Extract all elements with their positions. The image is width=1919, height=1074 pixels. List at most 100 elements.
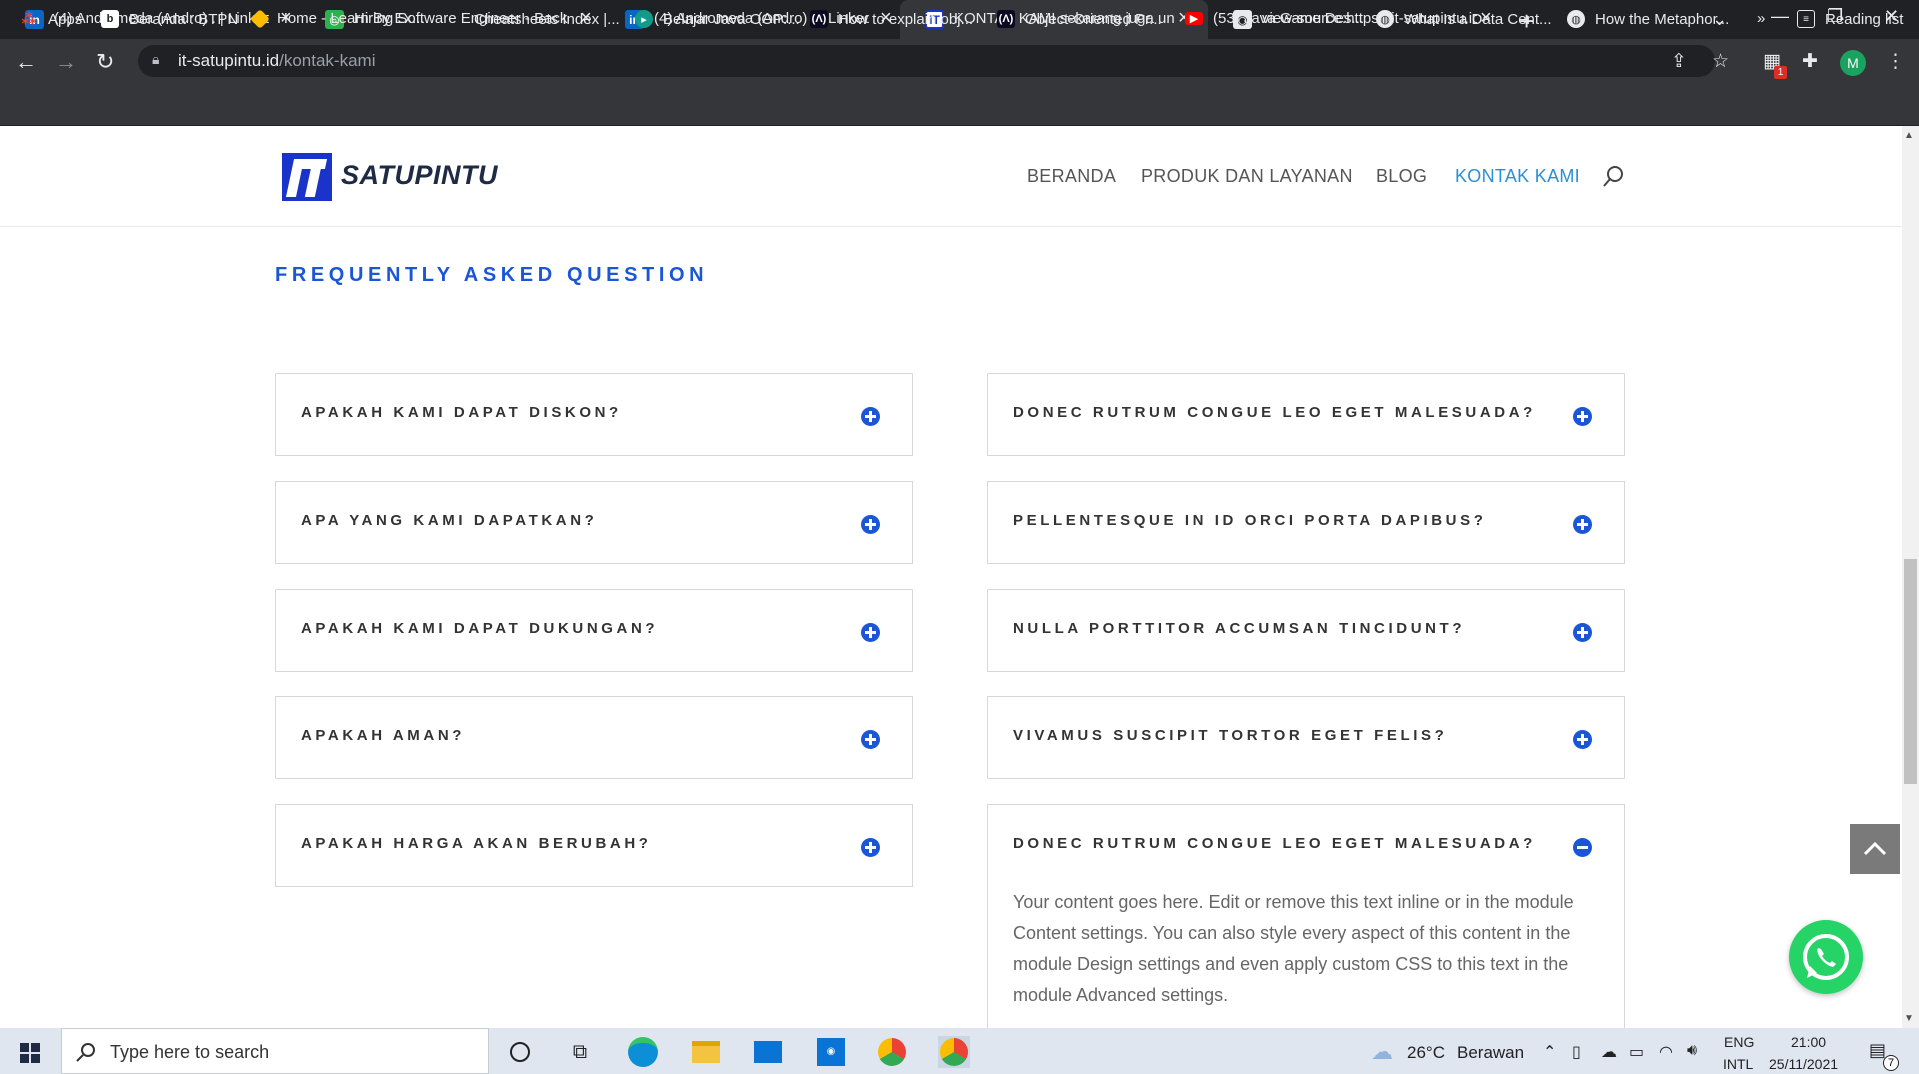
url-text[interactable]: it-satupintu.id/kontak-kami	[178, 51, 376, 71]
taskbar-search-placeholder[interactable]: Type here to search	[110, 1042, 269, 1063]
back-icon[interactable]: ←	[15, 49, 37, 75]
faq-answer: Your content goes here. Edit or remove t…	[1013, 892, 1574, 1005]
forward-icon[interactable]: →	[55, 49, 77, 75]
bookmark-item[interactable]: ▸ Belajar Java OOP:...	[635, 10, 800, 28]
chevron-up-icon[interactable]: ⌃	[1543, 1042, 1556, 1062]
faq-item[interactable]: VIVAMUS SUSCIPIT TORTOR EGET FELIS?	[987, 696, 1625, 779]
nav-kontak-kami[interactable]: KONTAK KAMI	[1455, 166, 1580, 187]
bookmark-apps[interactable]: ⁂ Apps	[20, 10, 83, 29]
faq-question: DONEC RUTRUM CONGUE LEO EGET MALESUADA?	[1013, 404, 1536, 421]
file-explorer-icon[interactable]	[690, 1036, 722, 1068]
plus-circle-icon[interactable]	[1573, 730, 1592, 749]
weather-description[interactable]: Berawan	[1457, 1043, 1524, 1063]
edge-icon[interactable]	[627, 1036, 659, 1068]
bookmark-item[interactable]: (Λ) Object-Oriented Pr...	[997, 10, 1162, 28]
logo-text[interactable]: SATUPINTU	[341, 160, 498, 191]
minus-circle-icon[interactable]	[1573, 838, 1592, 857]
bookmark-label: Apps	[48, 10, 83, 28]
reading-list-button[interactable]: ≡ Reading list	[1797, 10, 1903, 28]
faq-item[interactable]: APAKAH AMAN?	[275, 696, 913, 779]
bookmarks-bar	[0, 83, 1919, 126]
bookmark-item[interactable]: Cheatsheets Index |...	[446, 10, 620, 28]
bookmark-label: How to explain obj...	[838, 10, 974, 28]
faq-question: NULLA PORTTITOR ACCUMSAN TINCIDUNT?	[1013, 620, 1466, 637]
back-to-top-button[interactable]	[1850, 824, 1900, 874]
faq-item[interactable]: NULLA PORTTITOR ACCUMSAN TINCIDUNT?	[987, 589, 1625, 672]
plus-circle-icon[interactable]	[1573, 515, 1592, 534]
plus-circle-icon[interactable]	[861, 838, 880, 857]
plus-circle-icon[interactable]	[861, 730, 880, 749]
apps-grid-icon: ⁂	[21, 11, 37, 28]
plus-circle-icon[interactable]	[861, 515, 880, 534]
bookmark-label: (53) Java Game Des...	[1213, 10, 1364, 27]
bookmark-star-icon[interactable]: ☆	[1712, 50, 1729, 73]
profile-avatar[interactable]: M	[1840, 50, 1866, 76]
faq-item[interactable]: APA YANG KAMI DAPATKAN?	[275, 481, 913, 564]
bookmark-label: Belajar Java OOP:...	[663, 10, 800, 28]
language-primary[interactable]: ENG	[1724, 1034, 1754, 1050]
scrollbar-thumb[interactable]	[1904, 559, 1917, 784]
whatsapp-button[interactable]	[1789, 920, 1863, 994]
youtube-icon: ▶	[1185, 12, 1203, 25]
phone-link-icon[interactable]: ▯	[1572, 1042, 1581, 1062]
faq-item[interactable]: DONEC RUTRUM CONGUE LEO EGET MALESUADA?	[987, 373, 1625, 456]
bookmark-item[interactable]: ▶ (53) Java Game Des...	[1185, 10, 1364, 27]
freecodecamp-icon: (Λ)	[997, 10, 1015, 28]
windows-start-icon[interactable]	[20, 1043, 40, 1063]
chrome-profile-icon[interactable]	[938, 1036, 970, 1068]
bookmark-item[interactable]: b Beranda : BTPN	[101, 10, 238, 28]
menu-icon[interactable]: ⋮	[1886, 50, 1905, 73]
onedrive-icon[interactable]: ☁	[1601, 1042, 1617, 1062]
nav-beranda[interactable]: BERANDA	[1027, 166, 1116, 187]
language-secondary[interactable]: INTL	[1723, 1056, 1753, 1072]
reading-list-icon: ≡	[1797, 10, 1815, 28]
faq-item[interactable]: APAKAH HARGA AKAN BERUBAH?	[275, 804, 913, 887]
faq-question: APAKAH KAMI DAPAT DISKON?	[301, 404, 622, 421]
share-icon[interactable]: ⇪	[1671, 50, 1687, 73]
puzzle-icon[interactable]: ✚	[1802, 50, 1818, 73]
faq-item-open[interactable]: DONEC RUTRUM CONGUE LEO EGET MALESUADA? …	[987, 804, 1625, 1044]
weather-temperature[interactable]: 26°C	[1407, 1043, 1445, 1063]
clock-time[interactable]: 21:00	[1791, 1034, 1826, 1050]
faq-question: VIVAMUS SUSCIPIT TORTOR EGET FELIS?	[1013, 727, 1448, 744]
bookmark-item[interactable]: (Λ) How to explain obj...	[810, 10, 973, 28]
clock-date[interactable]: 25/11/2021	[1769, 1056, 1838, 1072]
volume-icon[interactable]: 🔊︎	[1687, 1042, 1697, 1060]
globe-icon: ◍	[1376, 10, 1394, 28]
bookmarks-overflow-button[interactable]: »	[1757, 10, 1765, 27]
cloud-icon[interactable]: ☁	[1371, 1039, 1393, 1065]
nav-produk-dan-layanan[interactable]: PRODUK DAN LAYANAN	[1141, 166, 1353, 187]
lock-icon[interactable]: 🔒︎	[152, 51, 159, 68]
chevron-up-icon	[1863, 841, 1887, 856]
mail-icon[interactable]	[752, 1036, 784, 1068]
plus-circle-icon[interactable]	[1573, 623, 1592, 642]
plus-circle-icon[interactable]	[861, 623, 880, 642]
scroll-down-arrow-icon[interactable]: ▼	[1904, 1013, 1914, 1024]
faq-item[interactable]: APAKAH KAMI DAPAT DISKON?	[275, 373, 913, 456]
url-path: /kontak-kami	[279, 51, 376, 70]
plus-circle-icon[interactable]	[861, 407, 880, 426]
wifi-icon[interactable]: ◠	[1659, 1042, 1673, 1062]
logo-icon[interactable]	[282, 153, 332, 201]
bookmark-item[interactable]: ◍ What Is a Data Cent...	[1376, 10, 1552, 28]
plus-circle-icon[interactable]	[1573, 407, 1592, 426]
battery-icon[interactable]: ▭	[1629, 1042, 1644, 1062]
faq-question: APAKAH HARGA AKAN BERUBAH?	[301, 835, 652, 852]
bookmark-item[interactable]: Home - Learn By Ex...	[250, 8, 425, 29]
bookmark-label: Cheatsheets Index |...	[474, 10, 620, 28]
minimize-button[interactable]: —	[1771, 6, 1789, 27]
chrome-icon[interactable]	[876, 1036, 908, 1068]
faq-item[interactable]: PELLENTESQUE IN ID ORCI PORTA DAPIBUS?	[987, 481, 1625, 564]
bookmark-item[interactable]: ◍ How the Metaphor...	[1567, 10, 1729, 28]
search-icon[interactable]	[1601, 164, 1625, 190]
notification-count: 7	[1883, 1055, 1899, 1071]
faq-title: FREQUENTLY ASKED QUESTION	[275, 264, 709, 286]
cortana-icon[interactable]	[504, 1036, 536, 1068]
task-view-icon[interactable]: ⧉	[564, 1036, 596, 1068]
faq-question: PELLENTESQUE IN ID ORCI PORTA DAPIBUS?	[1013, 512, 1487, 529]
reload-icon[interactable]: ↻	[96, 49, 114, 75]
dell-icon[interactable]: ◉	[815, 1036, 847, 1068]
nav-blog[interactable]: BLOG	[1376, 166, 1427, 187]
faq-item[interactable]: APAKAH KAMI DAPAT DUKUNGAN?	[275, 589, 913, 672]
scroll-up-arrow-icon[interactable]: ▲	[1904, 130, 1914, 141]
